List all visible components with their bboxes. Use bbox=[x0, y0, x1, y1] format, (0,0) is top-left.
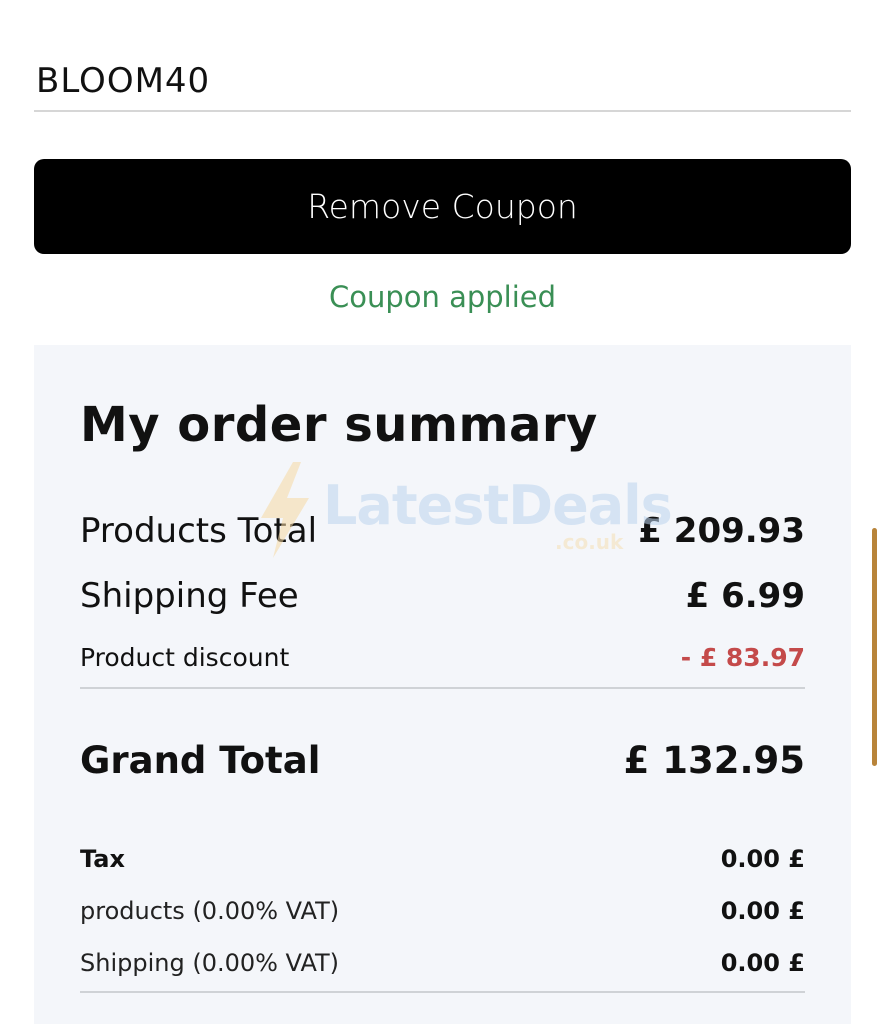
grand-total-value: £ 132.95 bbox=[623, 739, 805, 782]
remove-coupon-button[interactable]: Remove Coupon bbox=[34, 159, 851, 254]
shipping-vat-row: Shipping (0.00% VAT) 0.00 £ bbox=[80, 949, 805, 977]
products-vat-value: 0.00 £ bbox=[720, 897, 805, 925]
products-total-label: Products Total bbox=[80, 511, 318, 551]
shipping-fee-row: Shipping Fee £ 6.99 bbox=[80, 576, 805, 616]
tax-label: Tax bbox=[80, 845, 125, 873]
shipping-vat-value: 0.00 £ bbox=[720, 949, 805, 977]
shipping-fee-value: £ 6.99 bbox=[685, 576, 805, 616]
grand-total-row: Grand Total £ 132.95 bbox=[80, 739, 805, 782]
product-discount-label: Product discount bbox=[80, 643, 290, 672]
checkout-page: Remove Coupon Coupon applied My order su… bbox=[0, 0, 885, 1024]
coupon-status-message: Coupon applied bbox=[328, 280, 557, 314]
coupon-code-input[interactable] bbox=[34, 40, 851, 112]
scrollbar-thumb[interactable] bbox=[872, 528, 877, 766]
order-summary-panel: My order summary Products Total £ 209.93… bbox=[34, 345, 851, 1024]
products-total-row: Products Total £ 209.93 bbox=[80, 511, 805, 551]
products-vat-row: products (0.00% VAT) 0.00 £ bbox=[80, 897, 805, 925]
product-discount-row: Product discount - £ 83.97 bbox=[80, 643, 805, 672]
tax-row: Tax 0.00 £ bbox=[80, 845, 805, 873]
shipping-vat-label: Shipping (0.00% VAT) bbox=[80, 949, 340, 977]
summary-divider bbox=[80, 991, 805, 993]
order-summary-title: My order summary bbox=[80, 397, 598, 453]
product-discount-value: - £ 83.97 bbox=[680, 643, 805, 672]
grand-total-label: Grand Total bbox=[80, 739, 321, 782]
products-vat-label: products (0.00% VAT) bbox=[80, 897, 340, 925]
tax-value: 0.00 £ bbox=[720, 845, 805, 873]
shipping-fee-label: Shipping Fee bbox=[80, 576, 299, 616]
products-total-value: £ 209.93 bbox=[638, 511, 805, 551]
summary-divider bbox=[80, 687, 805, 689]
